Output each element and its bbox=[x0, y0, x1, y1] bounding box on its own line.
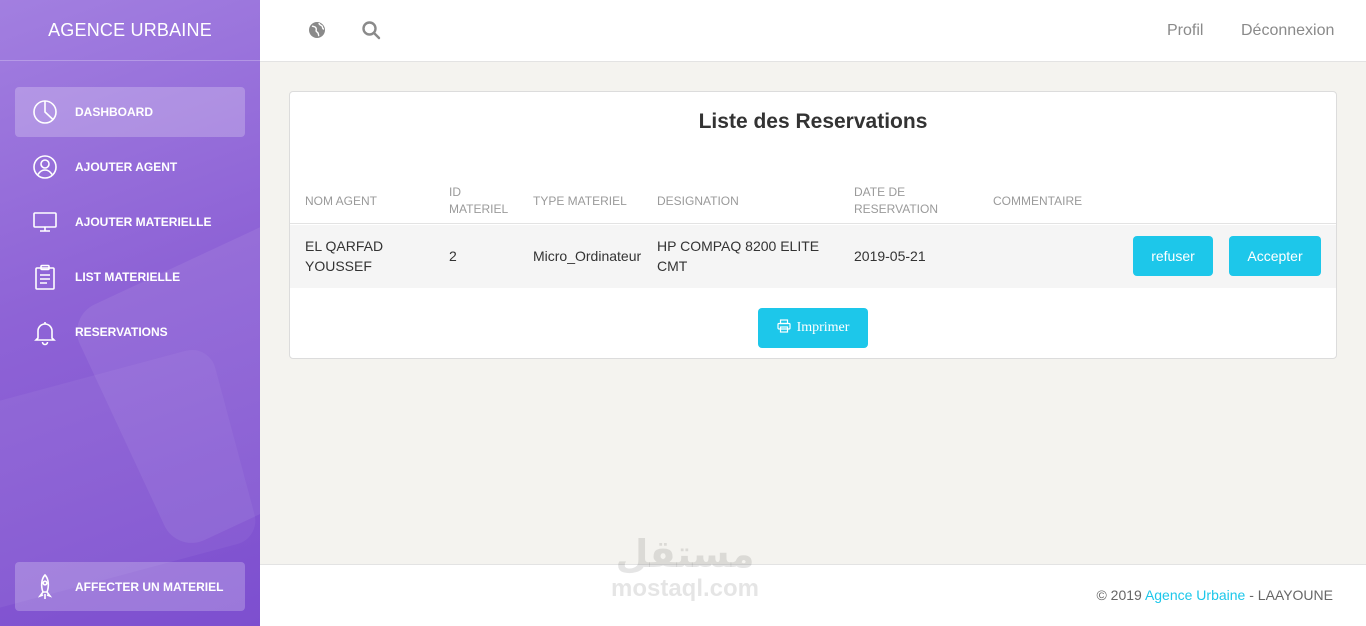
footer-agency-link[interactable]: Agence Urbaine bbox=[1145, 587, 1245, 603]
cell-nom-agent: EL QARFAD YOUSSEF bbox=[305, 238, 384, 274]
printer-icon bbox=[776, 318, 791, 338]
sidebar-item-ajouter-agent[interactable]: AJOUTER AGENT bbox=[15, 142, 245, 192]
card-title: Liste des Reservations bbox=[698, 110, 928, 133]
column-header: DATE DE RESERVATION bbox=[854, 185, 939, 216]
rocket-icon bbox=[15, 573, 75, 601]
user-icon bbox=[15, 153, 75, 181]
cell-type-materiel: Micro_Ordinateur bbox=[533, 248, 642, 264]
watermark: مستقل mostaql.com bbox=[600, 532, 770, 602]
sidebar-item-label: DASHBOARD bbox=[75, 105, 153, 119]
footer-copyright: © 2019 Agence Urbaine - LAAYOUNE bbox=[1096, 587, 1333, 603]
sidebar: AGENCE URBAINE DASHBOARD AJOUTER AGENT A… bbox=[0, 0, 260, 626]
print-button[interactable]: Imprimer bbox=[758, 308, 868, 348]
accept-button[interactable]: Accepter bbox=[1229, 236, 1321, 276]
watermark-latin: mostaql.com bbox=[610, 575, 760, 602]
footer-city: - LAAYOUNE bbox=[1249, 587, 1333, 603]
sidebar-item-reservations[interactable]: RESERVATIONS bbox=[15, 307, 245, 357]
sidebar-item-affecter-materiel[interactable]: AFFECTER UN MATERIEL bbox=[15, 562, 245, 611]
column-header: COMMENTAIRE bbox=[993, 194, 1083, 208]
sidebar-item-label: AJOUTER MATERIELLE bbox=[75, 215, 212, 229]
column-header: TYPE MATERIEL bbox=[533, 194, 627, 208]
refuse-button[interactable]: refuser bbox=[1133, 236, 1213, 276]
sidebar-item-dashboard[interactable]: DASHBOARD bbox=[15, 87, 245, 137]
cell-date-reservation: 2019-05-21 bbox=[854, 248, 926, 264]
sidebar-item-label: AJOUTER AGENT bbox=[75, 160, 178, 174]
sidebar-item-label: AFFECTER UN MATERIEL bbox=[75, 579, 224, 594]
column-header: ID MATERIEL bbox=[449, 185, 509, 216]
sidebar-nav: DASHBOARD AJOUTER AGENT AJOUTER MATERIEL… bbox=[0, 61, 260, 357]
sidebar-item-list-materielle[interactable]: LIST MATERIELLE bbox=[15, 252, 245, 302]
profile-link[interactable]: Profil bbox=[1167, 22, 1203, 40]
top-navbar: Profil Déconnexion bbox=[260, 0, 1366, 62]
table-row: EL QARFAD YOUSSEF 2 Micro_Ordinateur HP … bbox=[290, 225, 1336, 288]
brand-title[interactable]: AGENCE URBAINE bbox=[0, 0, 260, 61]
logout-link[interactable]: Déconnexion bbox=[1241, 22, 1334, 40]
column-header: DESIGNATION bbox=[657, 194, 739, 208]
copyright-text: © 2019 bbox=[1096, 587, 1142, 603]
cell-designation: HP COMPAQ 8200 ELITE CMT bbox=[657, 238, 820, 274]
table-header: NOM AGENT ID MATERIEL TYPE MATERIEL DESI… bbox=[290, 180, 1336, 224]
sidebar-item-label: RESERVATIONS bbox=[75, 325, 168, 339]
pie-chart-icon bbox=[15, 98, 75, 126]
cell-id-materiel: 2 bbox=[449, 248, 457, 264]
print-button-label: Imprimer bbox=[796, 320, 850, 335]
bell-icon bbox=[15, 318, 75, 346]
column-header: NOM AGENT bbox=[305, 194, 378, 208]
globe-icon[interactable] bbox=[307, 20, 327, 40]
monitor-icon bbox=[15, 208, 75, 236]
reservations-card: Liste des Reservations NOM AGENT ID MATE… bbox=[289, 91, 1337, 359]
sidebar-item-ajouter-materielle[interactable]: AJOUTER MATERIELLE bbox=[15, 197, 245, 247]
sidebar-item-label: LIST MATERIELLE bbox=[75, 270, 181, 284]
clipboard-icon bbox=[15, 263, 75, 291]
search-icon[interactable] bbox=[361, 20, 381, 40]
watermark-arabic: مستقل bbox=[615, 532, 755, 576]
footer: © 2019 Agence Urbaine - LAAYOUNE bbox=[260, 564, 1366, 626]
